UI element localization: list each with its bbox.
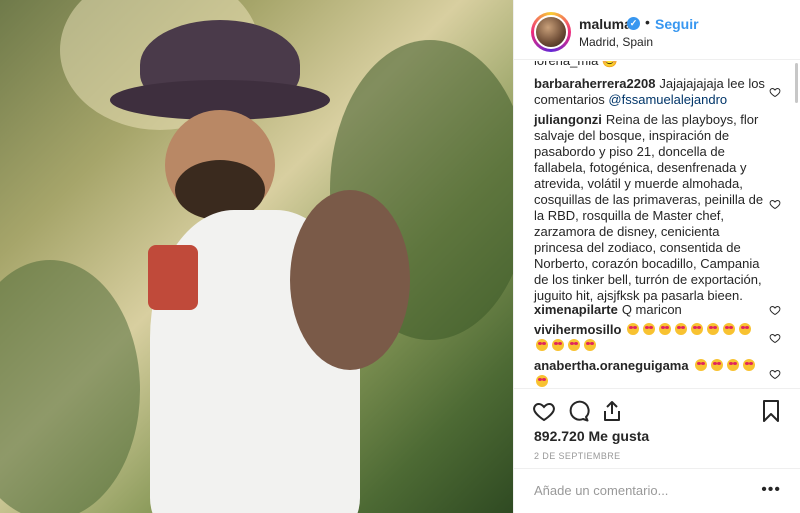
likes-count[interactable]: 892.720 Me gusta	[534, 428, 649, 444]
heart-eyes-emoji	[726, 359, 739, 371]
comment-username[interactable]: juliangonzi	[534, 112, 602, 127]
heart-eyes-emoji	[710, 359, 723, 371]
avatar-image	[534, 15, 568, 49]
comment-text: Reina de las playboys, flor salvaje del …	[534, 112, 764, 303]
heart-eyes-emoji	[627, 323, 640, 335]
partial-comment: lorena_mia 😊	[534, 61, 618, 69]
heart-eyes-emoji	[536, 375, 548, 387]
comment-like-icon[interactable]	[769, 198, 781, 210]
heart-icon[interactable]	[532, 399, 556, 423]
heart-eyes-emoji	[707, 323, 720, 335]
heart-eyes-emoji	[739, 323, 752, 335]
add-comment-bar: •••	[514, 468, 800, 513]
heart-eyes-emoji	[742, 359, 755, 371]
heart-eyes-emoji	[536, 339, 548, 351]
more-options-button[interactable]: •••	[761, 481, 781, 499]
heart-eyes-emoji	[694, 359, 707, 371]
comment-username[interactable]: ximenapilarte	[534, 302, 618, 317]
list-item: juliangonzi Reina de las playboys, flor s…	[534, 112, 769, 304]
comment-username[interactable]: anabertha.oraneguigama	[534, 358, 689, 373]
avatar[interactable]	[531, 12, 571, 52]
comment-text: Q maricon	[621, 302, 682, 317]
location-link[interactable]: Madrid, Spain	[579, 35, 653, 49]
list-item: ximenapilarte Q maricon	[534, 302, 769, 318]
author-username[interactable]: maluma	[579, 16, 632, 32]
heart-eyes-emoji	[584, 339, 596, 351]
post-side-panel: maluma ✓ • Seguir Madrid, Spain lorena_m…	[513, 0, 800, 513]
post-date[interactable]: 2 DE SEPTIEMBRE	[534, 451, 621, 461]
action-bar	[514, 388, 800, 432]
comments-scrollbar[interactable]	[795, 63, 798, 103]
comment-mention[interactable]: @fssamuelalejandro	[608, 92, 727, 107]
heart-eyes-emoji	[691, 323, 704, 335]
comments-list[interactable]: lorena_mia 😊 barbaraherrera2208Jajajajaj…	[514, 61, 800, 388]
verified-icon: ✓	[627, 17, 640, 30]
follow-button[interactable]: Seguir	[655, 16, 699, 32]
photo-foliage	[0, 260, 140, 513]
comment-like-icon[interactable]	[769, 368, 781, 380]
list-item: vivihermosillo	[534, 322, 769, 354]
post-header: maluma ✓ • Seguir Madrid, Spain	[514, 0, 800, 60]
list-item: anabertha.oraneguigama	[534, 358, 769, 388]
list-item: barbaraherrera2208 Jajajajajaja lee los c…	[534, 76, 769, 108]
heart-eyes-emoji	[723, 323, 736, 335]
heart-eyes-emoji	[659, 323, 672, 335]
heart-eyes-emoji	[675, 323, 688, 335]
heart-eyes-emoji	[552, 339, 564, 351]
comment-username[interactable]: barbaraherrera2208	[534, 76, 655, 91]
comment-like-icon[interactable]	[769, 332, 781, 344]
comment-username[interactable]: vivihermosillo	[534, 322, 621, 337]
comment-like-icon[interactable]	[769, 304, 781, 316]
share-icon[interactable]	[600, 399, 624, 423]
photo-drink	[148, 245, 198, 310]
separator-dot: •	[645, 14, 650, 30]
bookmark-icon[interactable]	[759, 399, 783, 423]
post-photo[interactable]	[0, 0, 513, 513]
photo-arm	[290, 190, 410, 370]
comment-icon[interactable]	[566, 399, 590, 423]
heart-eyes-emoji	[568, 339, 580, 351]
comment-like-icon[interactable]	[769, 86, 781, 98]
comment-input[interactable]	[534, 483, 754, 498]
heart-eyes-emoji	[643, 323, 656, 335]
